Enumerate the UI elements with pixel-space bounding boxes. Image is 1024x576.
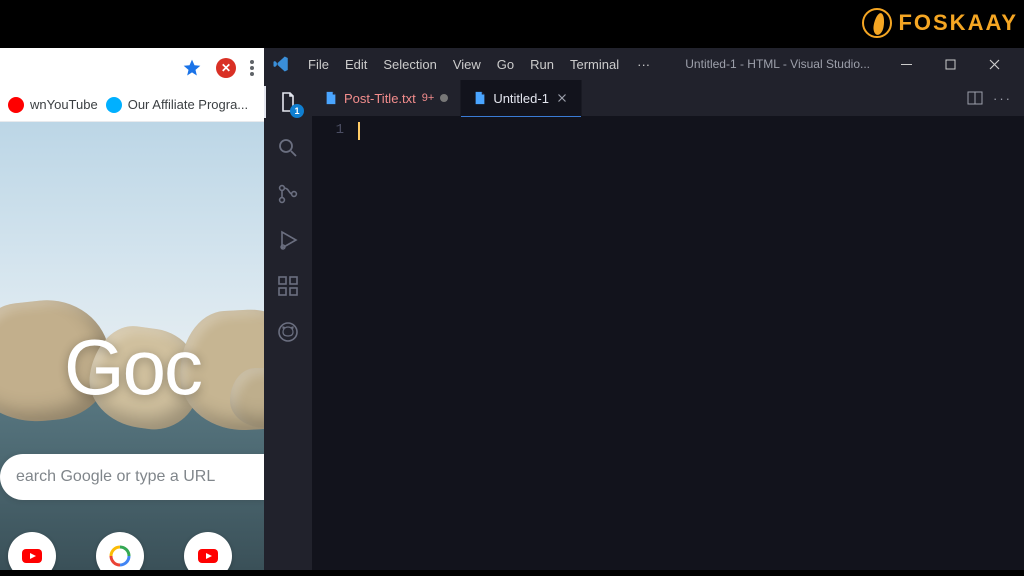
bookmark-affiliate[interactable]: Our Affiliate Progra... — [106, 97, 248, 113]
split-editor-icon[interactable] — [967, 90, 983, 106]
menu-go[interactable]: Go — [489, 53, 522, 76]
modified-dot-icon — [440, 94, 448, 102]
menu-file[interactable]: File — [300, 53, 337, 76]
chrome-toolbar: ✕ — [0, 48, 264, 88]
shortcut-tiles — [0, 532, 264, 570]
watermark: FOSKAAY — [862, 8, 1018, 38]
line-number: 1 — [312, 122, 344, 138]
watermark-logo-icon — [862, 8, 892, 38]
extensions-icon[interactable] — [274, 272, 302, 300]
shortcut-tile[interactable] — [8, 532, 56, 570]
youtube-icon — [196, 544, 220, 568]
chrome-menu-icon[interactable] — [250, 60, 254, 76]
tab-filename: Untitled-1 — [493, 91, 549, 106]
vscode-titlebar[interactable]: FileEditSelectionViewGoRunTerminal ··· U… — [264, 48, 1024, 80]
explorer-icon[interactable]: 1 — [274, 88, 302, 116]
editor-tab[interactable]: Post-Title.txt 9+ — [312, 80, 461, 116]
bookmark-youtube[interactable]: wnYouTube — [8, 97, 98, 113]
line-gutter: 1 — [312, 116, 356, 570]
affiliate-icon — [106, 97, 122, 113]
google-icon — [108, 544, 132, 568]
menu-view[interactable]: View — [445, 53, 489, 76]
run-debug-icon[interactable] — [274, 226, 302, 254]
watermark-text: FOSKAAY — [898, 10, 1018, 36]
menu-overflow[interactable]: ··· — [629, 53, 658, 76]
more-actions-icon[interactable]: ··· — [993, 91, 1012, 106]
search-input[interactable]: earch Google or type a URL — [0, 454, 264, 500]
window-controls — [884, 48, 1016, 80]
code-area[interactable] — [356, 116, 1024, 570]
close-button[interactable] — [972, 48, 1016, 80]
google-logo: Goc — [64, 322, 201, 413]
maximize-button[interactable] — [928, 48, 972, 80]
close-tab-icon[interactable] — [555, 91, 569, 105]
shortcut-tile[interactable] — [184, 532, 232, 570]
text-cursor — [358, 122, 360, 140]
github-icon[interactable] — [274, 318, 302, 346]
search-icon[interactable] — [274, 134, 302, 162]
source-control-icon[interactable] — [274, 180, 302, 208]
window-title: Untitled-1 - HTML - Visual Studio... — [685, 57, 870, 71]
editor-tab[interactable]: Untitled-1 — [461, 80, 582, 116]
menu-selection[interactable]: Selection — [375, 53, 444, 76]
shortcut-tile[interactable] — [96, 532, 144, 570]
bookmark-label: wnYouTube — [30, 97, 98, 112]
activity-bar: 1 — [264, 80, 312, 570]
file-icon — [473, 91, 487, 105]
youtube-icon — [8, 97, 24, 113]
activity-badge: 1 — [290, 104, 304, 118]
tab-filename: Post-Title.txt — [344, 91, 416, 106]
minimize-button[interactable] — [884, 48, 928, 80]
menu-edit[interactable]: Edit — [337, 53, 375, 76]
tab-diff-count: 9+ — [422, 92, 435, 104]
bookmark-label: Our Affiliate Progra... — [128, 97, 248, 112]
bookmark-star-icon[interactable] — [182, 58, 202, 78]
bookmarks-bar: wnYouTube Our Affiliate Progra... — [0, 88, 264, 122]
menu-terminal[interactable]: Terminal — [562, 53, 627, 76]
chrome-window: ✕ wnYouTube Our Affiliate Progra... — [0, 48, 264, 570]
youtube-icon — [20, 544, 44, 568]
new-tab-page: Goc earch Google or type a URL — [0, 122, 264, 570]
vscode-logo-icon — [272, 55, 290, 73]
vscode-window: FileEditSelectionViewGoRunTerminal ··· U… — [264, 48, 1024, 570]
file-icon — [324, 91, 338, 105]
editor-tabs: Post-Title.txt 9+ Untitled-1 ··· — [312, 80, 1024, 116]
code-editor[interactable]: 1 — [312, 116, 1024, 570]
extension-badge-icon[interactable]: ✕ — [216, 58, 236, 78]
search-placeholder: earch Google or type a URL — [16, 468, 215, 486]
menu-run[interactable]: Run — [522, 53, 562, 76]
menu-bar: FileEditSelectionViewGoRunTerminal — [300, 53, 627, 76]
